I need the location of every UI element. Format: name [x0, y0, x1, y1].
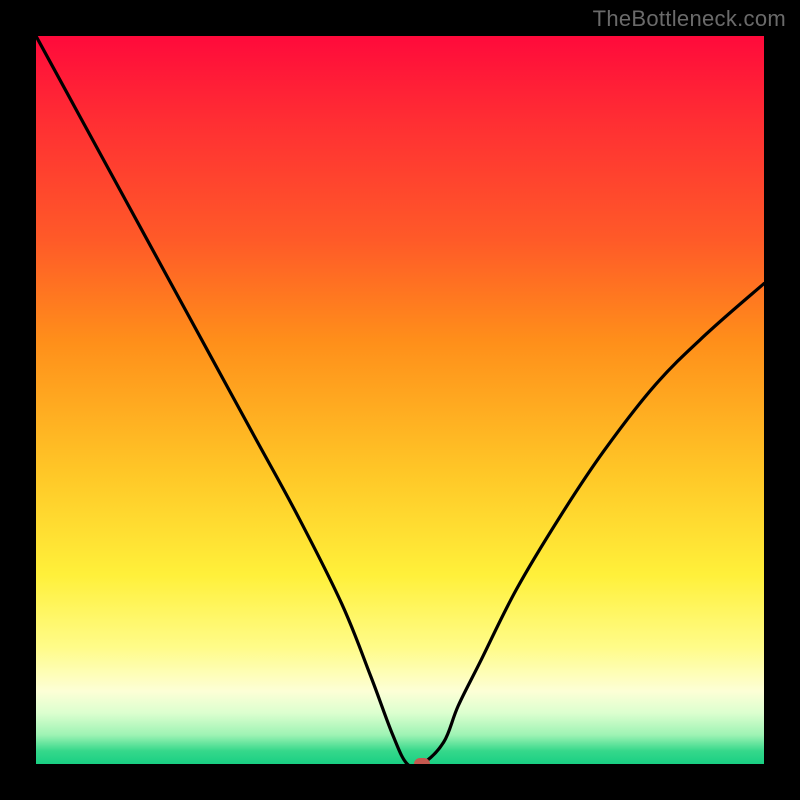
curve-layer: [36, 36, 764, 764]
optimal-point-marker: [414, 758, 430, 764]
chart-frame: TheBottleneck.com: [0, 0, 800, 800]
watermark-text: TheBottleneck.com: [593, 6, 786, 32]
bottleneck-curve: [36, 36, 764, 764]
plot-area: [36, 36, 764, 764]
